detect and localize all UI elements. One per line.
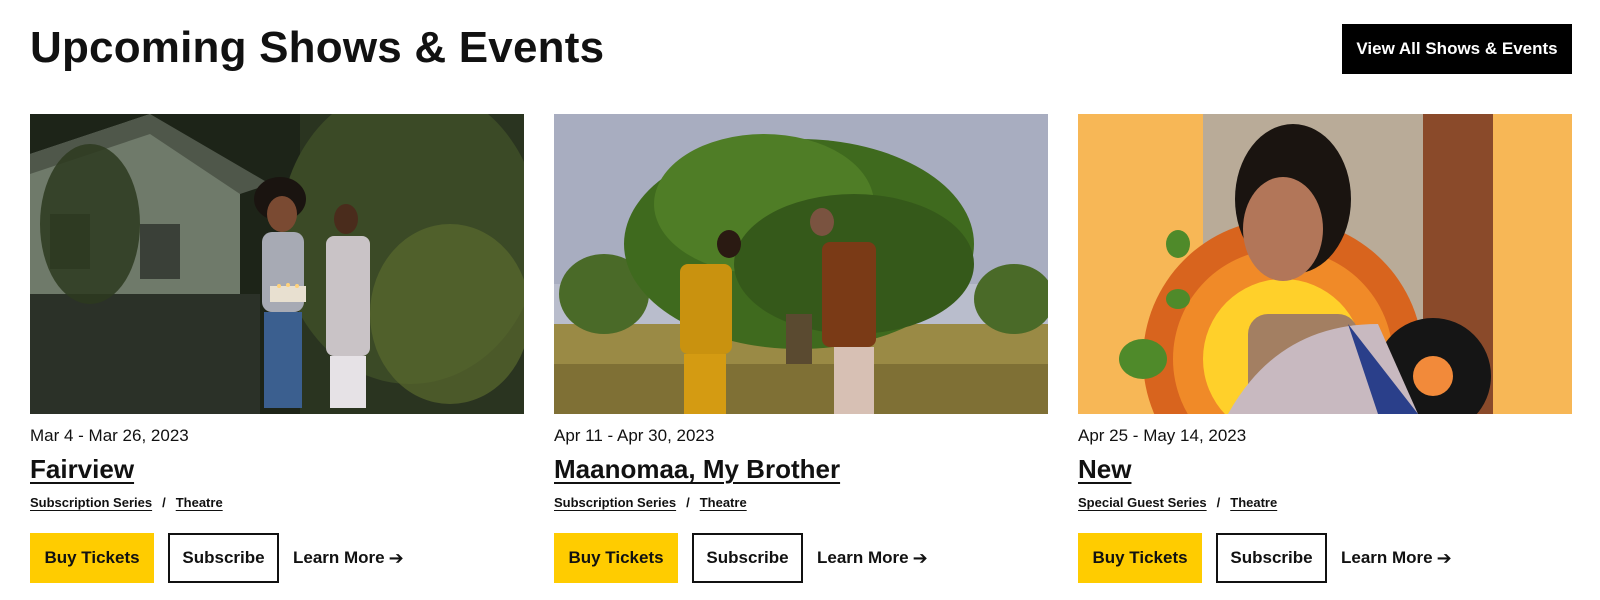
- tag-link-series[interactable]: Subscription Series: [554, 495, 676, 510]
- tag-link-series[interactable]: Special Guest Series: [1078, 495, 1207, 510]
- learn-more-link[interactable]: Learn More ➔: [817, 548, 928, 569]
- subscribe-button[interactable]: Subscribe: [692, 533, 803, 583]
- learn-more-label: Learn More: [817, 548, 909, 567]
- show-title-link[interactable]: Maanomaa, My Brother: [554, 454, 840, 485]
- tag-link-category[interactable]: Theatre: [176, 495, 223, 510]
- show-image-maanomaa[interactable]: [554, 114, 1048, 414]
- show-title-link[interactable]: New: [1078, 454, 1131, 485]
- show-card-fairview: Mar 4 - Mar 26, 2023 Fairview Subscripti…: [30, 114, 524, 594]
- tag-link-category[interactable]: Theatre: [1230, 495, 1277, 510]
- card-actions: Buy Tickets Subscribe Learn More ➔: [1078, 533, 1452, 583]
- arrow-right-icon: ➔: [1436, 547, 1452, 568]
- show-image-fairview[interactable]: [30, 114, 524, 414]
- subscribe-button[interactable]: Subscribe: [168, 533, 279, 583]
- view-all-shows-button[interactable]: View All Shows & Events: [1342, 24, 1572, 74]
- show-date: Apr 11 - Apr 30, 2023: [554, 426, 715, 445]
- learn-more-label: Learn More: [1341, 548, 1433, 567]
- show-card-maanomaa: Apr 11 - Apr 30, 2023 Maanomaa, My Broth…: [554, 114, 1048, 594]
- tag-separator: /: [162, 495, 166, 510]
- show-date: Apr 25 - May 14, 2023: [1078, 426, 1247, 445]
- show-tags: Subscription Series / Theatre: [30, 495, 223, 510]
- tag-link-category[interactable]: Theatre: [700, 495, 747, 510]
- subscribe-button[interactable]: Subscribe: [1216, 533, 1327, 583]
- show-tags: Subscription Series / Theatre: [554, 495, 747, 510]
- buy-tickets-button[interactable]: Buy Tickets: [30, 533, 154, 583]
- show-title-link[interactable]: Fairview: [30, 454, 134, 485]
- tag-separator: /: [686, 495, 690, 510]
- show-card-new: Apr 25 - May 14, 2023 New Special Guest …: [1078, 114, 1572, 594]
- learn-more-label: Learn More: [293, 548, 385, 567]
- learn-more-link[interactable]: Learn More ➔: [1341, 548, 1452, 569]
- card-actions: Buy Tickets Subscribe Learn More ➔: [30, 533, 404, 583]
- page-title: Upcoming Shows & Events: [30, 23, 605, 72]
- arrow-right-icon: ➔: [388, 547, 404, 568]
- card-actions: Buy Tickets Subscribe Learn More ➔: [554, 533, 928, 583]
- arrow-right-icon: ➔: [912, 547, 928, 568]
- buy-tickets-button[interactable]: Buy Tickets: [554, 533, 678, 583]
- tag-separator: /: [1216, 495, 1221, 510]
- show-image-new[interactable]: [1078, 114, 1572, 414]
- tag-link-series[interactable]: Subscription Series: [30, 495, 152, 510]
- show-tags: Special Guest Series / Theatre: [1078, 495, 1277, 510]
- learn-more-link[interactable]: Learn More ➔: [293, 548, 404, 569]
- show-date: Mar 4 - Mar 26, 2023: [30, 426, 189, 445]
- buy-tickets-button[interactable]: Buy Tickets: [1078, 533, 1202, 583]
